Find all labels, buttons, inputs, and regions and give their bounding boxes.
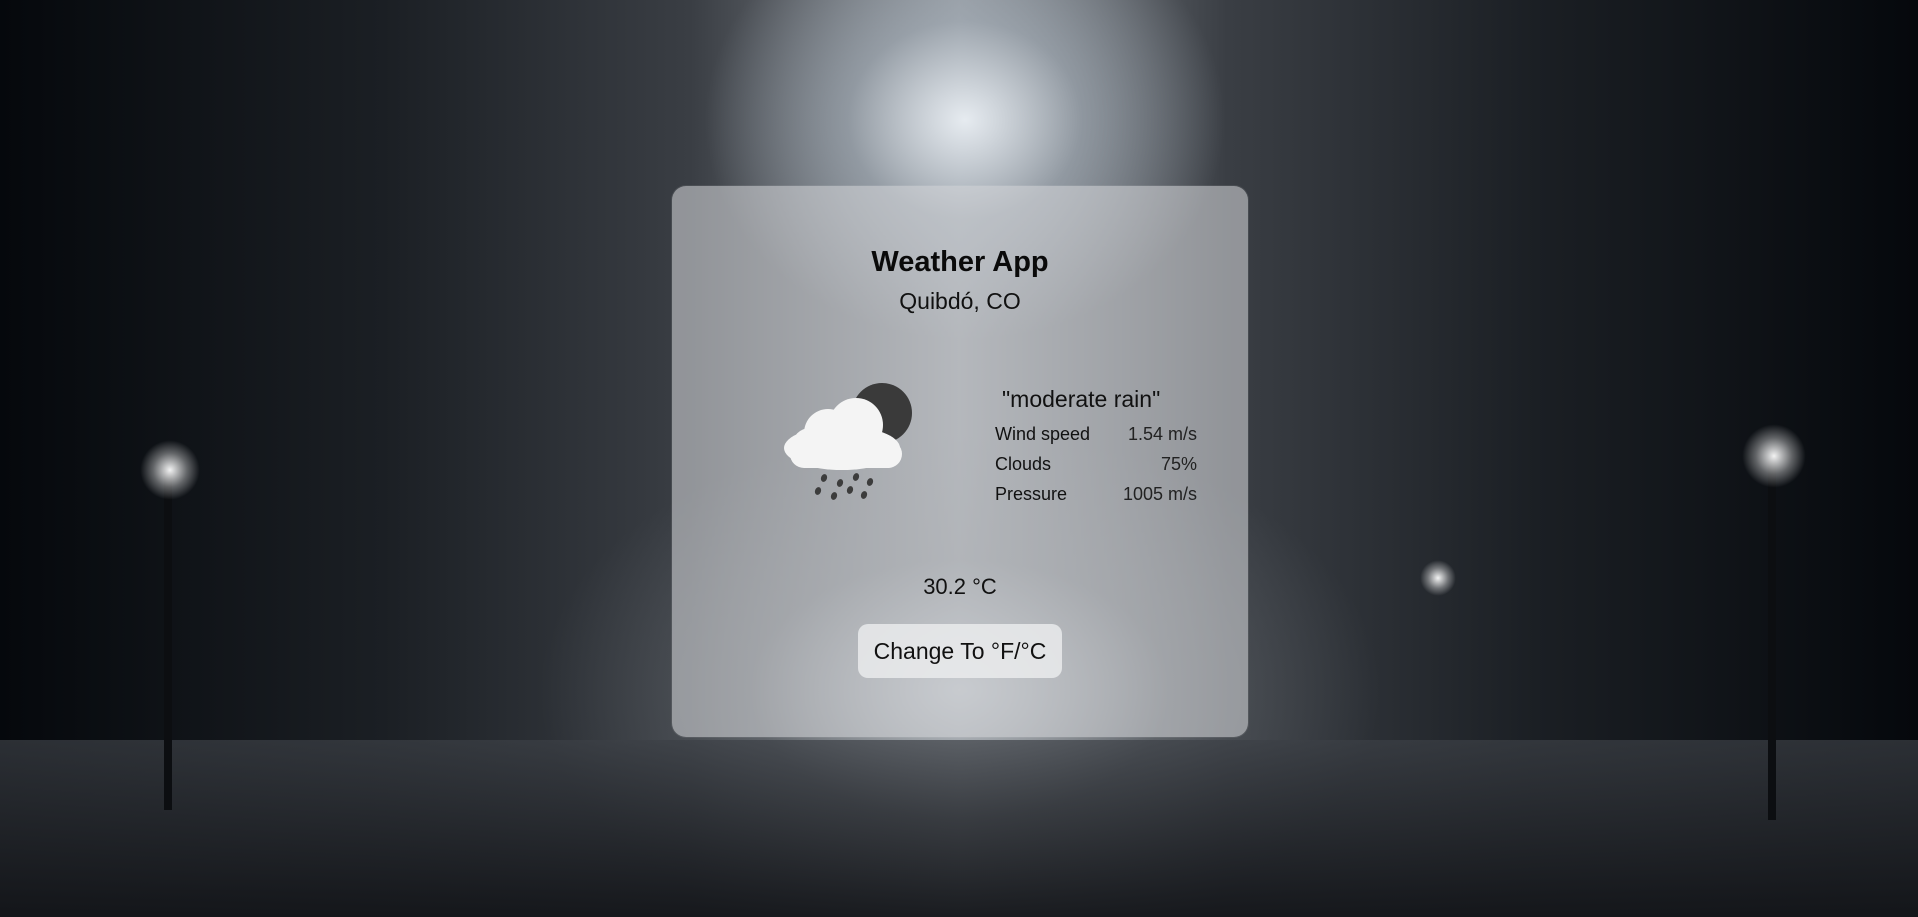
temperature-readout: 30.2 °C	[923, 574, 997, 599]
wet-street-ground	[0, 740, 1918, 917]
cloud-sun-rain-icon	[784, 383, 912, 500]
stat-pressure: Pressure 1005 m/s	[995, 479, 1197, 509]
location-label: Quibdó, CO	[899, 288, 1021, 314]
lamp-glow-right	[1742, 424, 1806, 488]
street-lamp-right	[1768, 460, 1776, 820]
stat-label: Wind speed	[995, 424, 1091, 444]
stat-value: 1.54 m/s	[1127, 424, 1197, 444]
app-title: Weather App	[871, 246, 1049, 278]
stat-wind-speed: Wind speed 1.54 m/s	[995, 419, 1197, 449]
toggle-units-button[interactable]: Change To °F/°C	[858, 624, 1062, 678]
street-lamp-left	[164, 470, 172, 810]
lamp-glow-mid-right	[1420, 560, 1456, 596]
stat-value: 75%	[1160, 454, 1197, 474]
stat-value: 1005 m/s	[1122, 484, 1197, 504]
weather-stats: Wind speed 1.54 m/s Clouds 75% Pressure …	[995, 419, 1197, 509]
stat-label: Clouds	[995, 454, 1052, 474]
weather-card: Weather App Quibdó, CO "moderate rain" W…	[672, 186, 1248, 737]
lamp-glow-left	[140, 440, 200, 500]
stat-clouds: Clouds 75%	[995, 449, 1197, 479]
stat-label: Pressure	[995, 484, 1068, 504]
weather-description: "moderate rain"	[1002, 386, 1161, 412]
